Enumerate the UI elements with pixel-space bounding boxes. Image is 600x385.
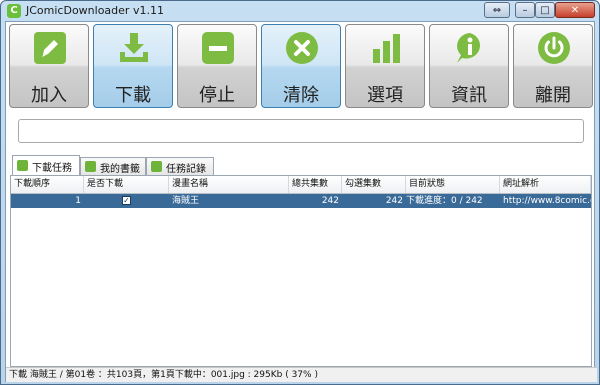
stop-label: 停止: [199, 85, 235, 106]
url-input[interactable]: [18, 119, 584, 143]
restore-button[interactable]: ⇔: [484, 2, 510, 18]
cell-order: 1: [75, 196, 81, 206]
download-tasks-panel: 下載順序 是否下載 漫畫名稱 總共集數 勾選集數 目前狀態 網址解析 1 ✓ 海…: [10, 175, 592, 367]
bookmark-tab-icon: [85, 161, 96, 172]
download-tab-icon: [17, 160, 28, 171]
tab-download-tasks[interactable]: 下載任務: [12, 155, 80, 175]
minimize-button[interactable]: –: [515, 2, 535, 18]
info-label: 資訊: [451, 85, 487, 106]
download-checkbox[interactable]: ✓: [122, 196, 131, 205]
col-header-total[interactable]: 總共集數: [289, 176, 342, 193]
pencil-icon: [34, 32, 66, 64]
exit-button[interactable]: 離開: [513, 24, 593, 108]
bar-chart-icon: [373, 34, 400, 63]
options-label: 選項: [367, 85, 403, 106]
app-icon: C: [7, 4, 21, 18]
cell-status: 下載進度：0 / 242: [406, 196, 483, 206]
col-header-download[interactable]: 是否下載: [84, 176, 169, 193]
window-title: JComicDownloader v1.11: [26, 4, 164, 17]
download-icon: [120, 33, 148, 62]
tab-strip: 下載任務 我的書籤 任務記錄: [10, 155, 592, 175]
client-area: 加入 下載 停止 清除 選項 資訊 離開 下載任務 我的書籤 任務記錄 下載順序…: [5, 21, 597, 382]
tab-label: 任務記錄: [166, 164, 206, 175]
add-button[interactable]: 加入: [9, 24, 89, 108]
table-row[interactable]: 1 ✓ 海賊王 242 242 下載進度：0 / 242 http://www.…: [11, 194, 591, 208]
add-label: 加入: [31, 85, 67, 106]
download-label: 下載: [115, 85, 151, 106]
col-header-name[interactable]: 漫畫名稱: [169, 176, 289, 193]
minus-icon: [202, 32, 234, 64]
tab-bookmarks[interactable]: 我的書籤: [80, 157, 146, 175]
options-button[interactable]: 選項: [345, 24, 425, 108]
cell-url: http://www.8comic.com/: [503, 196, 591, 206]
col-header-status[interactable]: 目前狀態: [406, 176, 500, 193]
tab-label: 下載任務: [32, 163, 72, 174]
x-circle-icon: [286, 32, 318, 64]
power-icon: [538, 32, 570, 64]
app-window: C JComicDownloader v1.11 ⇔ – □ ✕ 加入 下載 停…: [0, 0, 600, 385]
stop-button[interactable]: 停止: [177, 24, 257, 108]
col-header-selected[interactable]: 勾選集數: [342, 176, 406, 193]
tab-label: 我的書籤: [100, 164, 140, 175]
clear-button[interactable]: 清除: [261, 24, 341, 108]
download-button[interactable]: 下載: [93, 24, 173, 108]
exit-label: 離開: [535, 85, 571, 106]
cell-name: 海賊王: [172, 196, 200, 206]
col-header-url[interactable]: 網址解析: [500, 176, 591, 193]
info-icon: [457, 33, 481, 63]
title-bar[interactable]: C JComicDownloader v1.11 ⇔ – □ ✕: [1, 1, 599, 21]
close-button[interactable]: ✕: [555, 2, 595, 18]
col-header-order[interactable]: 下載順序: [11, 176, 84, 193]
cell-total: 242: [321, 196, 339, 206]
clear-label: 清除: [283, 85, 319, 106]
info-button[interactable]: 資訊: [429, 24, 509, 108]
toolbar: 加入 下載 停止 清除 選項 資訊 離開: [9, 24, 593, 110]
table-header: 下載順序 是否下載 漫畫名稱 總共集數 勾選集數 目前狀態 網址解析: [11, 176, 591, 194]
status-bar: 下載 海賊王 / 第01卷 ：共103頁，第1頁下載中：001.jpg : 29…: [6, 367, 597, 382]
tab-task-records[interactable]: 任務記錄: [146, 157, 214, 175]
cell-selected: 242: [385, 196, 403, 206]
records-tab-icon: [151, 161, 162, 172]
maximize-button[interactable]: □: [535, 2, 555, 18]
